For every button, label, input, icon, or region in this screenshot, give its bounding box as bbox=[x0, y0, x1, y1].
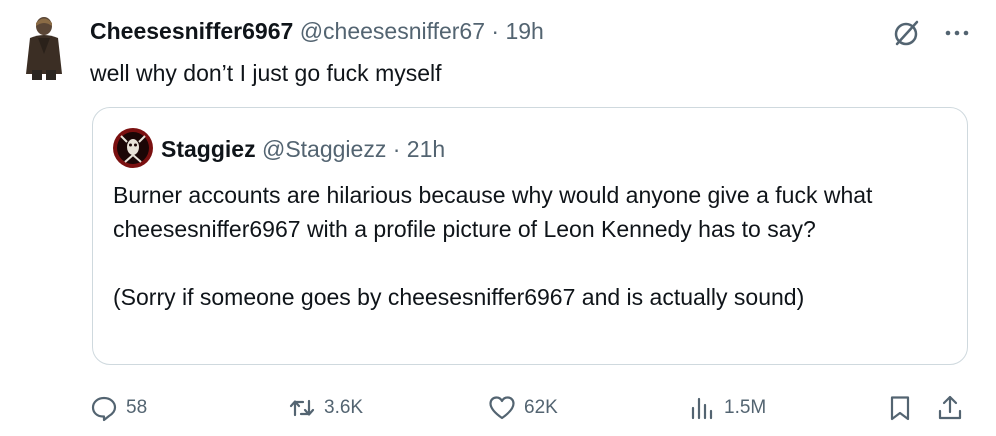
bookmark-button[interactable] bbox=[886, 390, 914, 426]
quote-handle[interactable]: @Staggiezz bbox=[262, 136, 386, 162]
quote-text: Burner accounts are hilarious because wh… bbox=[113, 178, 953, 314]
reply-count: 58 bbox=[126, 397, 148, 418]
like-count: 62K bbox=[524, 397, 558, 418]
separator-dot: · bbox=[491, 18, 500, 44]
reply-button[interactable]: 58 bbox=[90, 390, 147, 426]
views-count: 1.5M bbox=[724, 397, 767, 418]
action-bar: 58 3.6K 62K 1.5M bbox=[0, 390, 996, 426]
like-button[interactable]: 62K bbox=[488, 390, 558, 426]
quote-timestamp[interactable]: 21h bbox=[407, 136, 445, 162]
heart-icon bbox=[489, 396, 515, 420]
quote-header: Staggiez @Staggiezz · 21h bbox=[161, 134, 445, 164]
views-chart-icon bbox=[691, 397, 713, 420]
display-name[interactable]: Cheesesniffer6967 bbox=[90, 18, 293, 44]
views-button[interactable]: 1.5M bbox=[688, 390, 766, 426]
grok-icon[interactable] bbox=[891, 18, 921, 48]
handle[interactable]: @cheesesniffer67 bbox=[300, 18, 485, 44]
quote-paragraph: (Sorry if someone goes by cheesesniffer6… bbox=[113, 284, 805, 310]
more-dots-icon[interactable] bbox=[942, 18, 972, 48]
tweet-text: well why don’t I just go fuck myself bbox=[90, 60, 442, 86]
timestamp[interactable]: 19h bbox=[505, 18, 543, 44]
quote-display-name[interactable]: Staggiez bbox=[161, 136, 256, 162]
bookmark-icon bbox=[890, 396, 910, 421]
avatar[interactable] bbox=[22, 14, 66, 80]
quoted-tweet[interactable]: Staggiez @Staggiezz · 21h Burner account… bbox=[92, 107, 968, 365]
reply-icon bbox=[91, 396, 117, 422]
repost-button[interactable]: 3.6K bbox=[288, 390, 363, 426]
separator-dot: · bbox=[392, 136, 401, 162]
share-icon bbox=[938, 395, 962, 420]
tweet-header: Cheesesniffer6967 @cheesesniffer67 · 19h bbox=[90, 16, 544, 46]
share-button[interactable] bbox=[936, 390, 964, 426]
quote-avatar[interactable] bbox=[113, 128, 153, 168]
repost-icon bbox=[289, 399, 315, 417]
repost-count: 3.6K bbox=[324, 397, 364, 418]
quote-paragraph: Burner accounts are hilarious because wh… bbox=[113, 182, 873, 242]
